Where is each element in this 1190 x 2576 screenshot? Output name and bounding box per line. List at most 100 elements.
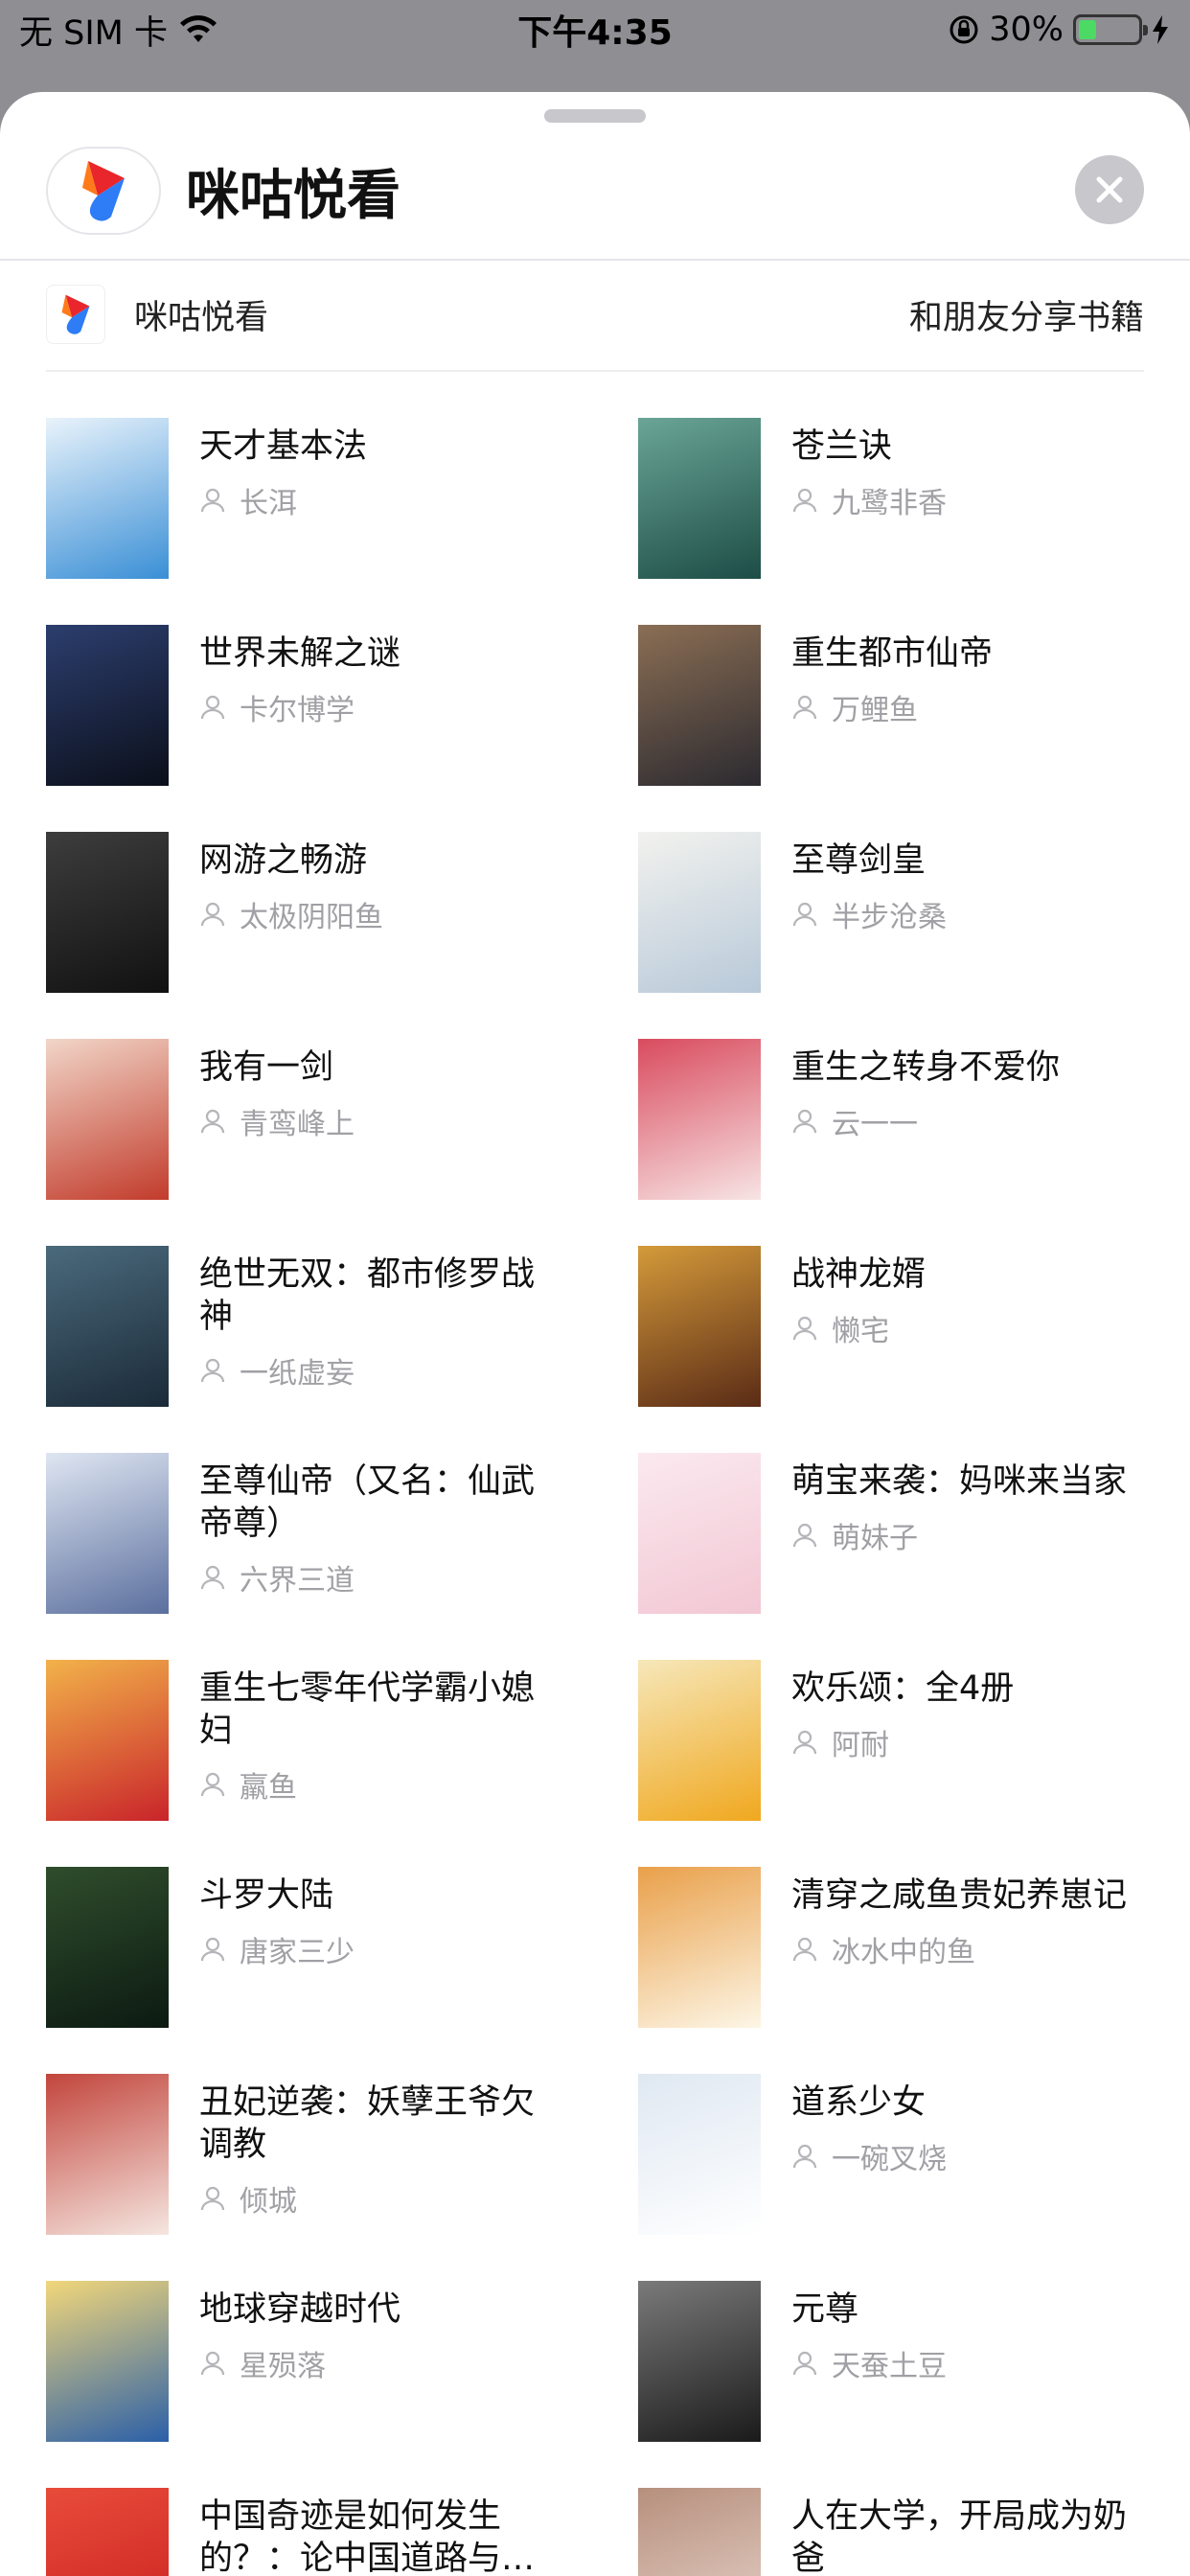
book-item[interactable]: 苍兰诀 九鹭非香	[638, 418, 1159, 625]
book-item[interactable]: 清穿之咸鱼贵妃养崽记冰水中的鱼	[638, 1867, 1159, 2074]
book-author: 一碗叉烧	[832, 2143, 947, 2176]
book-cover-image	[46, 832, 169, 993]
book-item[interactable]: 重生都市仙帝 万鲤鱼	[638, 625, 1159, 832]
book-cover-image	[46, 2074, 169, 2235]
person-icon	[791, 2350, 818, 2377]
book-cover[interactable]	[638, 625, 761, 786]
book-cover-image	[46, 2281, 169, 2442]
book-title[interactable]: 重生七零年代学霸小媳妇	[199, 1668, 563, 1752]
person-icon	[199, 1108, 226, 1135]
book-title[interactable]: 世界未解之谜	[199, 632, 563, 675]
book-title[interactable]: 网游之畅游	[199, 840, 563, 882]
book-item[interactable]: 战神龙婿懒宅	[638, 1246, 1159, 1453]
book-title[interactable]: 斗罗大陆	[199, 1874, 563, 1917]
book-item[interactable]: 重生之转身不爱你 云一一	[638, 1039, 1159, 1246]
book-info: 重生七零年代学霸小媳妇 羸鱼	[199, 1660, 563, 1806]
book-item[interactable]: 重生七零年代学霸小媳妇 羸鱼	[46, 1660, 638, 1867]
book-title[interactable]: 天才基本法	[199, 426, 563, 468]
book-cover[interactable]	[638, 2074, 761, 2235]
book-item[interactable]: 世界未解之谜 卡尔博学	[46, 625, 638, 832]
book-title[interactable]: 重生之转身不爱你	[791, 1046, 1156, 1089]
book-cover[interactable]	[46, 1660, 169, 1821]
book-cover[interactable]	[46, 2074, 169, 2235]
book-cover-image	[638, 2074, 761, 2235]
book-cover[interactable]	[46, 2281, 169, 2442]
book-author-row: 萌妹子	[791, 1514, 1156, 1556]
book-info: 清穿之咸鱼贵妃养崽记冰水中的鱼	[791, 1867, 1156, 1970]
person-icon	[791, 1522, 818, 1549]
book-title[interactable]: 我有一剑	[199, 1046, 563, 1089]
book-title[interactable]: 欢乐颂：全4册	[791, 1668, 1156, 1710]
book-cover[interactable]	[46, 2488, 169, 2576]
book-cover[interactable]	[638, 1867, 761, 2028]
book-author: 天蚕土豆	[832, 2350, 947, 2383]
book-info: 欢乐颂：全4册 阿耐	[791, 1660, 1156, 1763]
person-icon	[199, 2350, 226, 2377]
book-cover[interactable]	[638, 1453, 761, 1614]
book-cover[interactable]	[638, 1039, 761, 1200]
book-author-row: 太极阴阳鱼	[199, 893, 563, 935]
book-cover[interactable]	[46, 418, 169, 579]
book-title[interactable]: 地球穿越时代	[199, 2288, 563, 2331]
book-item[interactable]: 斗罗大陆唐家三少	[46, 1867, 638, 2074]
person-icon	[199, 1564, 226, 1591]
book-title[interactable]: 丑妃逆袭：妖孽王爷欠调教	[199, 2082, 563, 2166]
book-cover[interactable]	[638, 1660, 761, 1821]
book-cover[interactable]	[46, 1867, 169, 2028]
sheet-header: 咪咕悦看	[0, 126, 1190, 255]
book-title[interactable]: 战神龙婿	[791, 1254, 1156, 1296]
book-title[interactable]: 中国奇迹是如何发生的？：论中国道路与…	[199, 2496, 563, 2576]
book-item[interactable]: 至尊剑皇 半步沧桑	[638, 832, 1159, 1039]
book-author: 星殒落	[240, 2350, 326, 2383]
book-cover-image	[638, 2488, 761, 2576]
book-cover-image	[638, 625, 761, 786]
person-icon	[791, 1936, 818, 1963]
share-books-label[interactable]: 和朋友分享书籍	[909, 290, 1144, 339]
close-button[interactable]	[1075, 155, 1144, 224]
book-author: 懒宅	[832, 1315, 889, 1348]
book-title[interactable]: 至尊仙帝（又名：仙武帝尊）	[199, 1460, 563, 1545]
book-item[interactable]: 绝世无双：都市修罗战神 一纸虚妄	[46, 1246, 638, 1453]
book-cover[interactable]	[638, 418, 761, 579]
book-item[interactable]: 地球穿越时代星殒落	[46, 2281, 638, 2488]
book-item[interactable]: 欢乐颂：全4册 阿耐	[638, 1660, 1159, 1867]
book-cover[interactable]	[46, 1039, 169, 1200]
source-logo-icon	[46, 285, 105, 344]
book-title[interactable]: 人在大学，开局成为奶爸	[791, 2496, 1156, 2576]
book-item[interactable]: 我有一剑 青鸾峰上	[46, 1039, 638, 1246]
book-author-row: 唐家三少	[199, 1928, 563, 1970]
book-title[interactable]: 道系少女	[791, 2082, 1156, 2124]
book-cover[interactable]	[46, 1453, 169, 1614]
book-item[interactable]: 道系少女一碗叉烧	[638, 2074, 1159, 2281]
book-cover[interactable]	[638, 1246, 761, 1407]
book-item[interactable]: 网游之畅游太极阴阳鱼	[46, 832, 638, 1039]
book-item[interactable]: 天才基本法 长洱	[46, 418, 638, 625]
book-title[interactable]: 萌宝来袭：妈咪来当家	[791, 1460, 1156, 1503]
book-cover[interactable]	[46, 832, 169, 993]
sheet-grabber[interactable]	[544, 109, 646, 123]
book-cover-image	[46, 2488, 169, 2576]
book-title[interactable]: 清穿之咸鱼贵妃养崽记	[791, 1874, 1156, 1917]
book-item[interactable]: 至尊仙帝（又名：仙武帝尊） 六界三道	[46, 1453, 638, 1660]
book-item[interactable]: 人在大学，开局成为奶爸	[638, 2488, 1159, 2576]
book-title[interactable]: 苍兰诀	[791, 426, 1156, 468]
book-title[interactable]: 元尊	[791, 2288, 1156, 2331]
book-item[interactable]: 萌宝来袭：妈咪来当家 萌妹子	[638, 1453, 1159, 1660]
book-author: 唐家三少	[240, 1936, 355, 1969]
book-cover[interactable]	[638, 832, 761, 993]
book-info: 重生之转身不爱你 云一一	[791, 1039, 1156, 1142]
book-cover[interactable]	[46, 625, 169, 786]
book-info: 至尊仙帝（又名：仙武帝尊） 六界三道	[199, 1453, 563, 1598]
book-item[interactable]: 丑妃逆袭：妖孽王爷欠调教 倾城	[46, 2074, 638, 2281]
book-author: 冰水中的鱼	[832, 1936, 975, 1969]
book-cover[interactable]	[638, 2281, 761, 2442]
book-item[interactable]: 元尊天蚕土豆	[638, 2281, 1159, 2488]
book-title[interactable]: 绝世无双：都市修罗战神	[199, 1254, 563, 1338]
book-title[interactable]: 至尊剑皇	[791, 840, 1156, 882]
book-item[interactable]: 中国奇迹是如何发生的？：论中国道路与…	[46, 2488, 638, 2576]
book-cover[interactable]	[46, 1246, 169, 1407]
source-name: 咪咕悦看	[134, 298, 269, 337]
book-author-row: 万鲤鱼	[791, 686, 1156, 728]
book-cover[interactable]	[638, 2488, 761, 2576]
book-title[interactable]: 重生都市仙帝	[791, 632, 1156, 675]
